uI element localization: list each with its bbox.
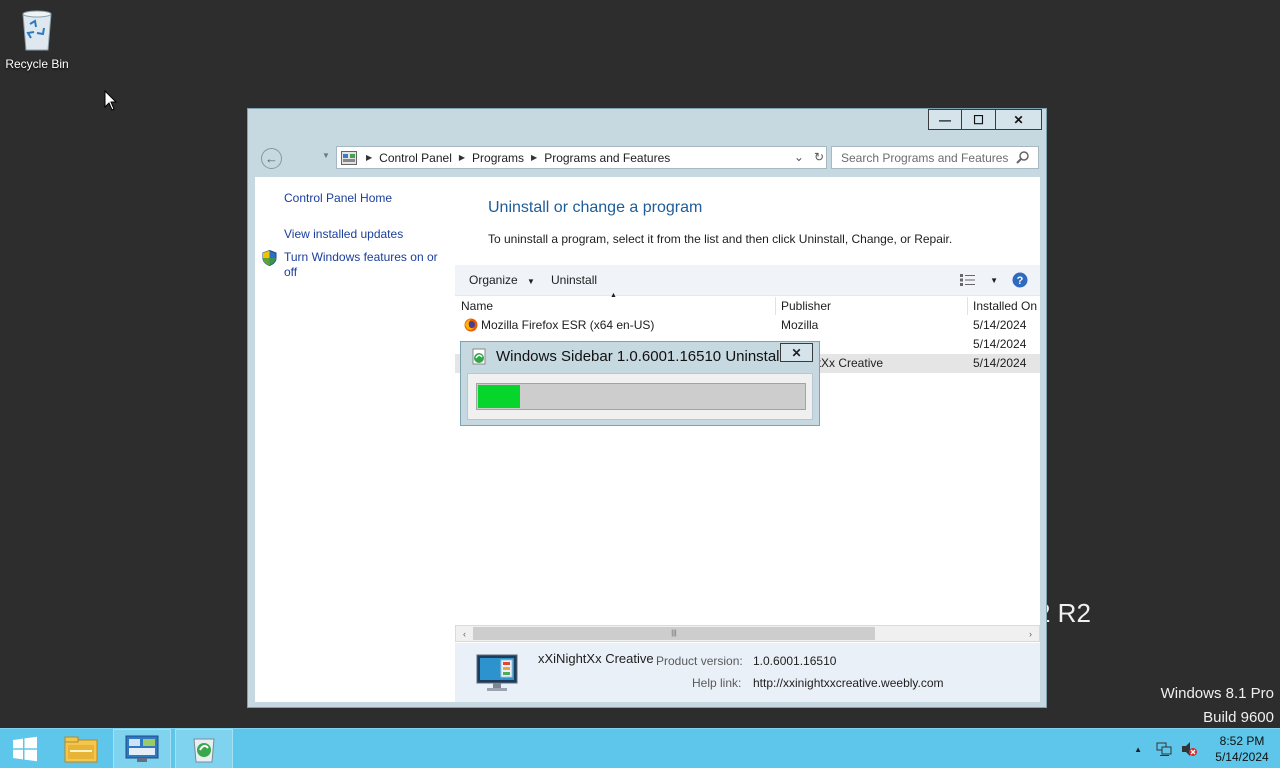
chevron-down-icon: ▼ <box>527 277 535 286</box>
view-dropdown-icon[interactable]: ▼ <box>990 276 998 285</box>
progress-fill <box>478 385 520 408</box>
uac-shield-icon <box>262 250 277 266</box>
search-box[interactable]: Search Programs and Features <box>831 146 1039 169</box>
address-bar[interactable]: ▶ Control Panel ▶ Programs ▶ Programs an… <box>336 146 827 169</box>
dialog-body <box>467 373 813 420</box>
program-name: Mozilla Firefox ESR (x64 en-US) <box>481 318 655 332</box>
program-installed-on: 5/14/2024 <box>973 356 1027 370</box>
taskbar-clock[interactable]: 8:52 PM 5/14/2024 <box>1204 733 1280 765</box>
network-icon[interactable] <box>1156 741 1172 757</box>
page-description: To uninstall a program, select it from t… <box>488 232 953 246</box>
control-panel-icon <box>341 150 357 165</box>
dialog-close-button[interactable]: ✕ <box>780 343 813 362</box>
uninstaller-icon <box>472 348 486 365</box>
scroll-right-icon[interactable]: › <box>1022 626 1039 641</box>
left-task-pane: Control Panel Home View installed update… <box>255 177 455 702</box>
breadcrumb-control-panel[interactable]: Control Panel <box>379 151 452 165</box>
desktop-watermark-build: Build 9600 <box>1203 709 1274 726</box>
column-header-name[interactable]: Name <box>455 297 776 315</box>
taskbar-file-explorer[interactable] <box>52 729 110 768</box>
taskbar: ▲ 8:52 PM 5/14/2024 <box>0 728 1280 768</box>
taskbar-uninstaller[interactable] <box>175 729 233 768</box>
column-header-installed-on[interactable]: Installed On <box>967 297 1040 315</box>
control-panel-home-link[interactable]: Control Panel Home <box>284 191 392 205</box>
search-icon <box>1016 151 1029 164</box>
column-header-publisher[interactable]: Publisher <box>775 297 968 315</box>
breadcrumb-separator-icon: ▶ <box>531 153 538 162</box>
view-installed-updates-link[interactable]: View installed updates <box>284 227 403 241</box>
scrollbar-thumb[interactable]: ||| <box>473 627 875 640</box>
view-options-icon[interactable] <box>960 274 976 286</box>
breadcrumb-programs[interactable]: Programs <box>472 151 524 165</box>
uninstall-progress-dialog: Windows Sidebar 1.0.6001.16510 Uninstall… <box>460 341 820 426</box>
volume-muted-icon[interactable] <box>1180 741 1198 757</box>
minimize-button[interactable]: — <box>928 109 962 130</box>
dialog-title: Windows Sidebar 1.0.6001.16510 Uninstall <box>496 348 783 365</box>
recent-locations-dropdown[interactable]: ▼ <box>322 151 330 160</box>
window-content: Control Panel Home View installed update… <box>255 177 1040 702</box>
window-controls: — ☐ ✕ <box>928 109 1042 130</box>
svg-text:?: ? <box>1017 275 1024 287</box>
system-tray: ▲ 8:52 PM 5/14/2024 <box>1134 729 1280 768</box>
scroll-left-icon[interactable]: ‹ <box>456 626 473 641</box>
maximize-button[interactable]: ☐ <box>962 109 996 130</box>
recycle-bin-label: Recycle Bin <box>5 57 69 71</box>
program-list-pane: Uninstall or change a program To uninsta… <box>455 177 1040 702</box>
address-dropdown-icon[interactable]: ⌄ <box>794 150 804 164</box>
breadcrumb-programs-and-features[interactable]: Programs and Features <box>544 151 670 165</box>
control-panel-icon <box>125 735 159 762</box>
help-link-label: Help link: <box>692 676 742 690</box>
turn-windows-features-link[interactable]: Turn Windows features on or off <box>284 250 449 280</box>
firefox-icon <box>464 318 478 332</box>
table-row[interactable]: Mozilla Firefox ESR (x64 en-US) Mozilla … <box>455 316 1040 335</box>
help-icon[interactable]: ? <box>1012 272 1028 288</box>
program-publisher: atXx Creative <box>811 356 884 370</box>
mouse-cursor-icon <box>104 90 118 111</box>
horizontal-scrollbar[interactable]: ‹ ||| › <box>455 625 1040 642</box>
command-bar: Organize ▼ Uninstall ▼ ? <box>455 265 1040 296</box>
desktop-watermark-os: Windows 8.1 Pro <box>1160 685 1274 702</box>
clock-time: 8:52 PM <box>1219 734 1265 748</box>
details-pane: xXiNightXx Creative Product version: 1.0… <box>455 643 1040 702</box>
page-title: Uninstall or change a program <box>488 199 703 216</box>
details-company: xXiNightXx Creative <box>538 651 654 666</box>
program-publisher: Mozilla <box>781 318 819 332</box>
uninstall-button[interactable]: Uninstall <box>551 273 597 287</box>
navigation-bar: ← ▼ ▶ Control Panel ▶ Programs ▶ Program… <box>248 143 1048 173</box>
recycle-bin-desktop-icon[interactable]: Recycle Bin <box>4 6 70 71</box>
program-monitor-icon <box>476 654 518 691</box>
taskbar-control-panel[interactable] <box>113 729 171 768</box>
file-explorer-icon <box>64 736 98 763</box>
organize-label: Organize <box>469 273 518 287</box>
start-button[interactable] <box>0 729 50 768</box>
program-installed-on: 5/14/2024 <box>973 337 1027 351</box>
recycle-uninstaller-icon <box>193 738 215 763</box>
product-version-value: 1.0.6001.16510 <box>753 654 837 668</box>
breadcrumb-separator-icon: ▶ <box>366 153 373 162</box>
uninstall-progress-bar <box>476 383 806 410</box>
windows-logo-icon <box>13 736 37 762</box>
close-button[interactable]: ✕ <box>996 109 1042 130</box>
refresh-icon[interactable]: ↻ <box>814 150 824 164</box>
help-link-value[interactable]: http://xxinightxxcreative.weebly.com <box>753 676 944 690</box>
recycle-bin-icon <box>22 10 52 51</box>
back-arrow-icon: ← <box>265 151 278 166</box>
product-version-label: Product version: <box>656 654 743 668</box>
program-installed-on: 5/14/2024 <box>973 318 1027 332</box>
organize-button[interactable]: Organize ▼ <box>469 273 535 287</box>
back-button[interactable]: ← <box>261 148 282 169</box>
breadcrumb-separator-icon: ▶ <box>458 153 466 162</box>
clock-date: 5/14/2024 <box>1215 750 1269 764</box>
show-hidden-icons-icon[interactable]: ▲ <box>1134 745 1142 754</box>
search-input[interactable]: Search Programs and Features <box>841 151 1008 165</box>
